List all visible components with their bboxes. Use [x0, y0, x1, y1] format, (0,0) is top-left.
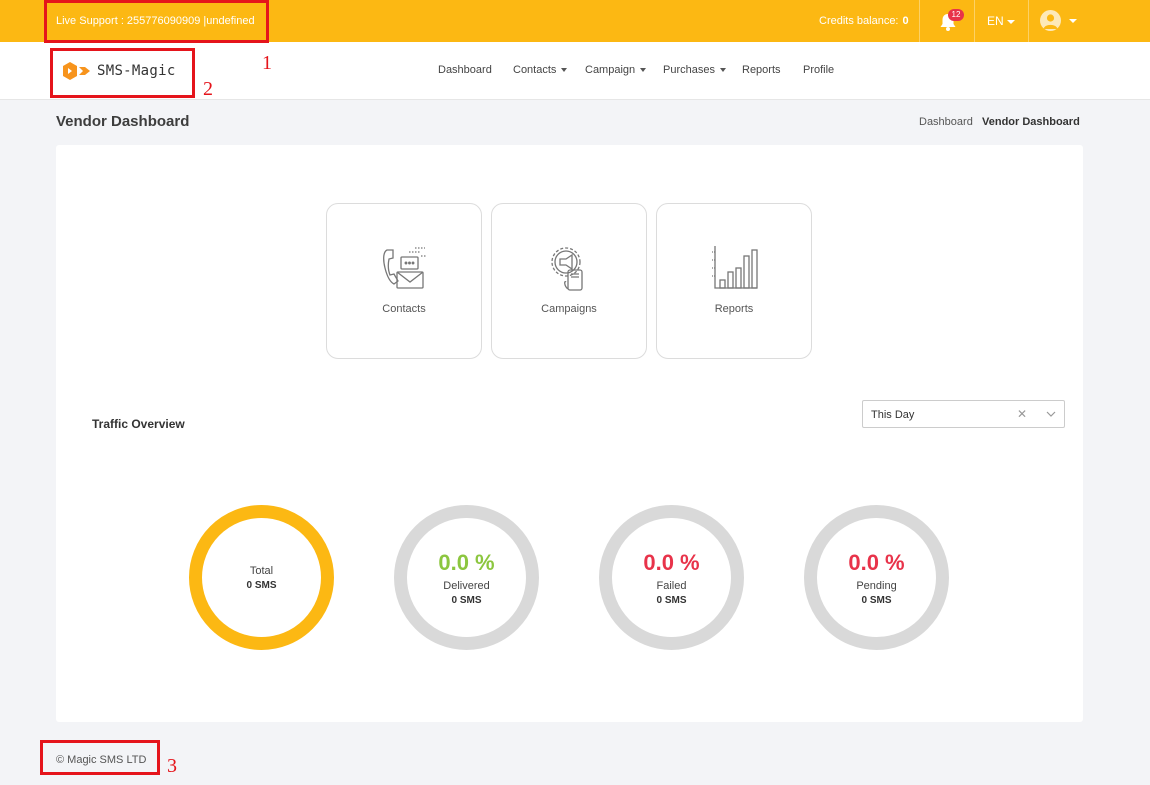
annotation-box [50, 48, 195, 98]
page-title: Vendor Dashboard [56, 113, 190, 130]
traffic-overview-title: Traffic Overview [92, 417, 185, 431]
nav-contacts-label: Contacts [513, 64, 557, 76]
annotation-number: 1 [262, 52, 272, 74]
nav-dashboard[interactable]: Dashboard [438, 64, 492, 76]
annotation-box [40, 740, 160, 775]
credits-balance: Credits balance: 0 [819, 15, 909, 27]
traffic-stat-count: 0 SMS [656, 594, 687, 606]
period-select[interactable]: This Day ✕ [862, 400, 1065, 428]
traffic-pending-ring: 0.0 % Pending 0 SMS [804, 505, 949, 650]
divider [1028, 0, 1029, 42]
annotation-number: 3 [167, 755, 177, 777]
traffic-failed-ring: 0.0 % Failed 0 SMS [599, 505, 744, 650]
divider [974, 0, 975, 42]
annotation-box [44, 0, 269, 43]
chevron-down-icon [640, 68, 647, 73]
quick-link-contacts[interactable]: Contacts [326, 203, 482, 359]
chevron-down-icon [719, 68, 726, 73]
breadcrumb-current: Vendor Dashboard [982, 116, 1080, 128]
reports-icon [712, 246, 758, 289]
traffic-total-ring: Total 0 SMS [189, 505, 334, 650]
traffic-stat-label: Pending [856, 579, 897, 592]
language-selector[interactable]: EN [987, 14, 1015, 28]
period-select-value: This Day [871, 409, 915, 421]
traffic-stat-percent: 0.0 % [438, 549, 495, 575]
clear-icon[interactable]: ✕ [1017, 407, 1027, 421]
chevron-down-icon [561, 68, 568, 73]
traffic-stat-label: Failed [656, 579, 687, 592]
nav-purchases[interactable]: Purchases [663, 64, 726, 76]
user-avatar-icon[interactable] [1040, 10, 1061, 31]
chevron-down-icon [1006, 19, 1015, 24]
traffic-stat-count: 0 SMS [451, 594, 482, 606]
quick-link-label: Reports [714, 303, 754, 315]
nav-profile[interactable]: Profile [803, 64, 834, 76]
breadcrumb-dashboard-link[interactable]: Dashboard [919, 116, 973, 128]
traffic-stat-percent: 0.0 % [643, 549, 700, 575]
nav-reports[interactable]: Reports [742, 64, 781, 76]
traffic-delivered-ring: 0.0 % Delivered 0 SMS [394, 505, 539, 650]
language-label: EN [987, 14, 1004, 28]
dashboard-card: Contacts Campaigns Reports Traffic Overv… [56, 145, 1083, 722]
traffic-stat-label: Total [249, 564, 274, 577]
traffic-stat-percent: 0.0 % [848, 549, 905, 575]
nav-purchases-label: Purchases [663, 64, 715, 76]
campaigns-icon [551, 247, 583, 291]
quick-link-label: Contacts [382, 303, 426, 315]
quick-link-campaigns[interactable]: Campaigns [491, 203, 647, 359]
credits-value: 0 [902, 15, 909, 27]
chevron-down-icon[interactable] [1046, 409, 1056, 419]
nav-contacts[interactable]: Contacts [513, 64, 568, 76]
contacts-icon [383, 247, 426, 289]
chevron-down-icon[interactable] [1069, 19, 1077, 23]
annotation-number: 2 [203, 78, 213, 100]
traffic-stat-label: Delivered [443, 579, 490, 592]
notification-count-badge: 12 [948, 9, 964, 21]
quick-link-label: Campaigns [541, 303, 597, 315]
traffic-stat-count: 0 SMS [246, 579, 277, 591]
divider [919, 0, 920, 42]
nav-campaign-label: Campaign [585, 64, 636, 76]
traffic-stat-count: 0 SMS [861, 594, 892, 606]
quick-link-reports[interactable]: Reports [656, 203, 812, 359]
nav-campaign[interactable]: Campaign [585, 64, 647, 76]
credits-label: Credits balance: [819, 15, 899, 27]
